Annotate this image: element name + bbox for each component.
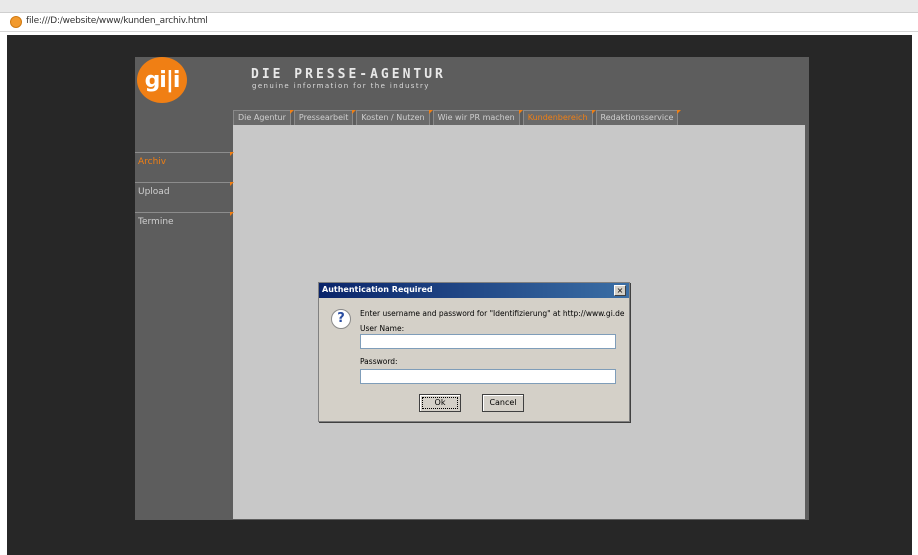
sidebar-item-termine[interactable]: Termine bbox=[135, 212, 234, 232]
dialog-message: Enter username and password for "Identif… bbox=[360, 309, 625, 318]
sidebar-item-upload[interactable]: Upload bbox=[135, 182, 234, 202]
password-field[interactable] bbox=[360, 369, 616, 384]
auth-dialog: Authentication Required × ? Enter userna… bbox=[318, 282, 630, 422]
tab-kundenbereich[interactable]: Kundenbereich bbox=[522, 110, 596, 125]
tab-redaktionsservice[interactable]: Redaktionsservice bbox=[595, 110, 682, 125]
question-icon: ? bbox=[331, 309, 351, 329]
site-subtitle: genuine information for the industry bbox=[252, 82, 430, 90]
close-icon[interactable]: × bbox=[614, 285, 626, 296]
dialog-title: Authentication Required bbox=[322, 285, 433, 294]
browser-tabstrip bbox=[0, 0, 918, 13]
ok-button[interactable]: Ok bbox=[419, 394, 461, 412]
tab-kosten-nutzen[interactable]: Kosten / Nutzen bbox=[356, 110, 433, 125]
logo-text: gi|i bbox=[144, 67, 181, 93]
tab-wie-wir-pr-machen[interactable]: Wie wir PR machen bbox=[432, 110, 523, 125]
page-favicon-icon bbox=[10, 16, 22, 28]
address-bar[interactable]: file:///D:/website/www/kunden_archiv.htm… bbox=[0, 13, 918, 32]
main-nav: Die Agentur Pressearbeit Kosten / Nutzen… bbox=[233, 110, 682, 125]
password-label: Password: bbox=[360, 357, 398, 366]
tab-pressearbeit[interactable]: Pressearbeit bbox=[293, 110, 356, 125]
sidebar-item-archiv[interactable]: Archiv bbox=[135, 152, 234, 172]
site-title: DIE PRESSE-AGENTUR bbox=[251, 67, 446, 82]
username-label: User Name: bbox=[360, 324, 405, 333]
address-bar-url[interactable]: file:///D:/website/www/kunden_archiv.htm… bbox=[26, 16, 208, 26]
dialog-titlebar[interactable]: Authentication Required × bbox=[319, 283, 629, 298]
site-logo[interactable]: gi|i bbox=[137, 57, 187, 103]
tab-die-agentur[interactable]: Die Agentur bbox=[233, 110, 294, 125]
username-field[interactable] bbox=[360, 334, 616, 349]
cancel-button[interactable]: Cancel bbox=[482, 394, 524, 412]
